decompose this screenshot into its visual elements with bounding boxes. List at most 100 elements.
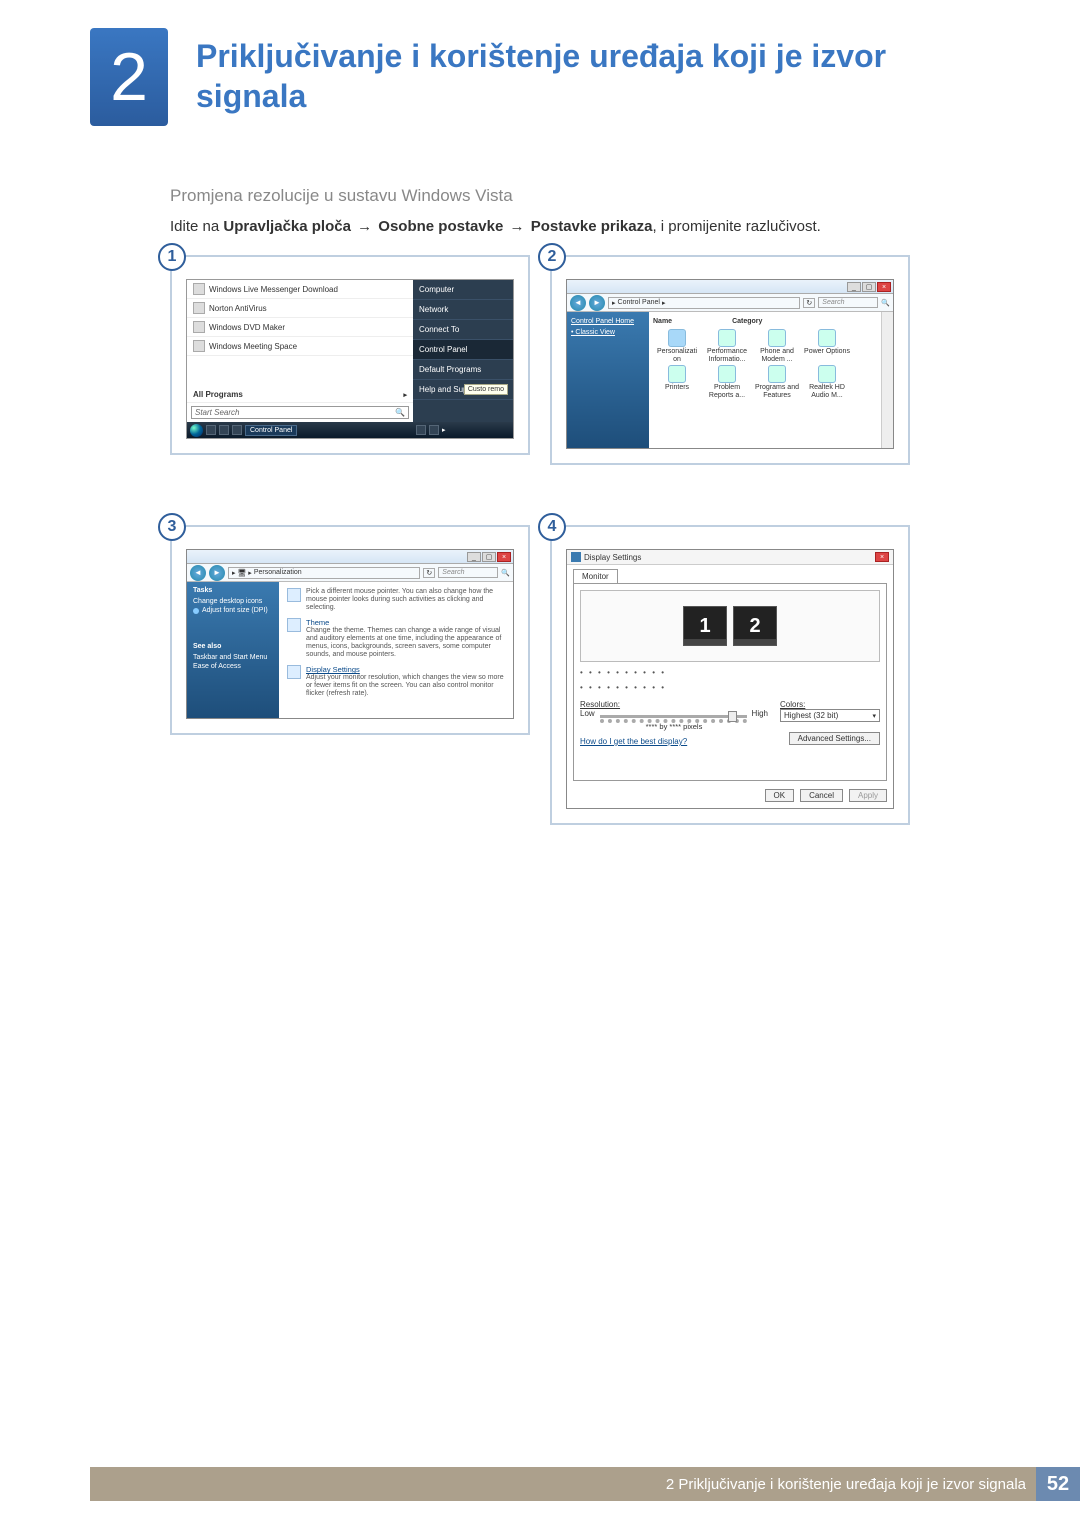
chevron-right-icon[interactable]: ▸ — [442, 426, 446, 434]
cp-personalization-icon[interactable]: Personalizati on — [653, 329, 701, 363]
display-settings-screenshot: Display Settings × Monitor 1 2 • • • • •… — [566, 549, 894, 809]
scrollbar[interactable] — [881, 312, 893, 448]
start-search-input[interactable]: Start Search — [191, 406, 409, 419]
sidebar-link[interactable]: Taskbar and Start Menu — [193, 653, 273, 662]
monitor-tab[interactable]: Monitor — [573, 569, 618, 583]
start-item[interactable]: Windows Live Messenger Download — [187, 280, 413, 299]
refresh-icon[interactable]: ↻ — [423, 568, 435, 578]
refresh-icon[interactable]: ↻ — [803, 298, 815, 308]
monitor-1[interactable]: 1 — [683, 606, 727, 646]
address-text: Personalization — [254, 569, 302, 576]
cp-icon[interactable]: Power Options — [803, 329, 851, 363]
app-icon — [193, 340, 205, 352]
icon-label: Personalizati on — [653, 348, 701, 363]
search-icon[interactable]: 🔍 — [881, 299, 890, 307]
minimize-button[interactable]: _ — [467, 552, 481, 562]
toolbar: ◄ ► ▸ Control Panel ▸ ↻ Search 🔍 — [567, 294, 893, 312]
monitor-2[interactable]: 2 — [733, 606, 777, 646]
colors-label: Colors: — [780, 700, 805, 709]
close-button[interactable]: × — [877, 282, 891, 292]
address-bar[interactable]: ▸ 🖥 ▸ Personalization — [228, 567, 420, 579]
taskbar-quick-icon[interactable] — [232, 425, 242, 435]
resolution-label: Resolution: — [580, 700, 620, 709]
footer-text: 2 Priključivanje i korištenje uređaja ko… — [666, 1476, 1036, 1493]
item-desc: Change the theme. Themes can change a wi… — [306, 627, 505, 659]
apply-button[interactable]: Apply — [849, 789, 887, 802]
start-item[interactable]: Windows DVD Maker — [187, 318, 413, 337]
start-item[interactable]: Windows Meeting Space — [187, 337, 413, 356]
all-programs-item[interactable]: All Programs — [187, 387, 413, 403]
icon-label: Realtek HD Audio M... — [803, 384, 851, 399]
personalization-item[interactable]: ThemeChange the theme. Themes can change… — [287, 618, 505, 659]
section-subheading: Promjena rezolucije u sustavu Windows Vi… — [170, 186, 990, 206]
monitor-preview[interactable]: 1 2 — [580, 590, 880, 662]
control-panel-tooltip: Custo remo — [464, 384, 508, 395]
sidebar-link[interactable]: Change desktop icons — [193, 597, 273, 606]
instr-bold-1: Upravljačka ploča — [223, 218, 351, 235]
sidebar-link[interactable]: Ease of Access — [193, 662, 273, 671]
ok-button[interactable]: OK — [765, 789, 795, 802]
display-settings-item[interactable]: Display SettingsAdjust your monitor reso… — [287, 665, 505, 698]
cp-icon[interactable]: Realtek HD Audio M... — [803, 365, 851, 399]
maximize-button[interactable]: ▢ — [482, 552, 496, 562]
sidebar-classic-link[interactable]: • Classic View — [571, 327, 645, 338]
icon-label: Programs and Features — [753, 384, 801, 399]
start-menu-screenshot: Windows Live Messenger Download Norton A… — [186, 279, 514, 439]
cp-icon[interactable]: Printers — [653, 365, 701, 399]
back-button-icon[interactable]: ◄ — [570, 295, 586, 311]
start-item-label: Windows DVD Maker — [209, 323, 285, 332]
forward-button-icon[interactable]: ► — [209, 565, 225, 581]
start-right-item[interactable]: Computer — [413, 280, 513, 300]
cancel-button[interactable]: Cancel — [800, 789, 843, 802]
start-item-label: Windows Meeting Space — [209, 342, 297, 351]
col-category: Category — [732, 318, 762, 325]
close-button[interactable]: × — [497, 552, 511, 562]
personalization-main: Pick a different mouse pointer. You can … — [279, 582, 513, 718]
flag-icon — [718, 365, 736, 383]
chapter-number-box: 2 — [90, 28, 168, 126]
back-button-icon[interactable]: ◄ — [190, 565, 206, 581]
start-item[interactable]: Norton AntiVirus — [187, 299, 413, 318]
start-right-item[interactable]: Default Programs — [413, 360, 513, 380]
taskbar-active-button[interactable]: Control Panel — [245, 425, 297, 436]
resolution-slider[interactable] — [600, 715, 747, 718]
maximize-button[interactable]: ▢ — [862, 282, 876, 292]
step-3-frame: 3 _ ▢ × ◄ ► ▸ 🖥 ▸ Personalization ↻ Sear… — [170, 525, 530, 735]
display-icon — [287, 665, 301, 679]
icon-area: NameCategory Personalizati on Performanc… — [649, 312, 881, 448]
cp-icon[interactable]: Phone and Modem ... — [753, 329, 801, 363]
minimize-button[interactable]: _ — [847, 282, 861, 292]
placeholder-line: • • • • • • • • • • — [580, 668, 880, 677]
search-icon[interactable]: 🔍 — [501, 569, 510, 577]
help-link[interactable]: How do I get the best display? — [580, 737, 768, 746]
chapter-header: 2 Priključivanje i korištenje uređaja ko… — [90, 28, 990, 126]
colors-dropdown[interactable]: Highest (32 bit) — [780, 709, 880, 722]
start-right-item[interactable]: Network — [413, 300, 513, 320]
tasks-sidebar: Tasks Change desktop icons Adjust font s… — [187, 582, 279, 718]
start-orb-icon[interactable] — [190, 424, 203, 437]
sidebar-home-link[interactable]: Control Panel Home — [571, 316, 645, 327]
taskbar-quick-icon[interactable] — [206, 425, 216, 435]
taskbar-quick-icon[interactable] — [219, 425, 229, 435]
start-right-control-panel[interactable]: Control Panel — [413, 340, 513, 360]
page-footer: 2 Priključivanje i korištenje uređaja ko… — [90, 1467, 1080, 1501]
power-icon[interactable] — [416, 425, 426, 435]
resolution-value: **** by **** pixels — [580, 722, 768, 731]
cp-icon[interactable]: Problem Reports a... — [703, 365, 751, 399]
lock-icon[interactable] — [429, 425, 439, 435]
sidebar-link[interactable]: Adjust font size (DPI) — [193, 606, 273, 615]
cp-icon[interactable]: Performance Informatio... — [703, 329, 751, 363]
forward-button-icon[interactable]: ► — [589, 295, 605, 311]
search-input[interactable]: Search — [438, 567, 498, 578]
slider-thumb[interactable] — [728, 711, 737, 722]
start-right-item[interactable]: Connect To — [413, 320, 513, 340]
power-row: ▸ — [413, 422, 513, 438]
address-bar[interactable]: ▸ Control Panel ▸ — [608, 297, 800, 309]
personalization-item[interactable]: Pick a different mouse pointer. You can … — [287, 588, 505, 612]
close-button[interactable]: × — [875, 552, 889, 562]
cp-icon[interactable]: Programs and Features — [753, 365, 801, 399]
search-input[interactable]: Search — [818, 297, 878, 308]
colors-value: Highest (32 bit) — [784, 711, 838, 720]
instruction-line: Idite na Upravljačka ploča → Osobne post… — [170, 218, 990, 235]
advanced-settings-button[interactable]: Advanced Settings... — [789, 732, 880, 745]
